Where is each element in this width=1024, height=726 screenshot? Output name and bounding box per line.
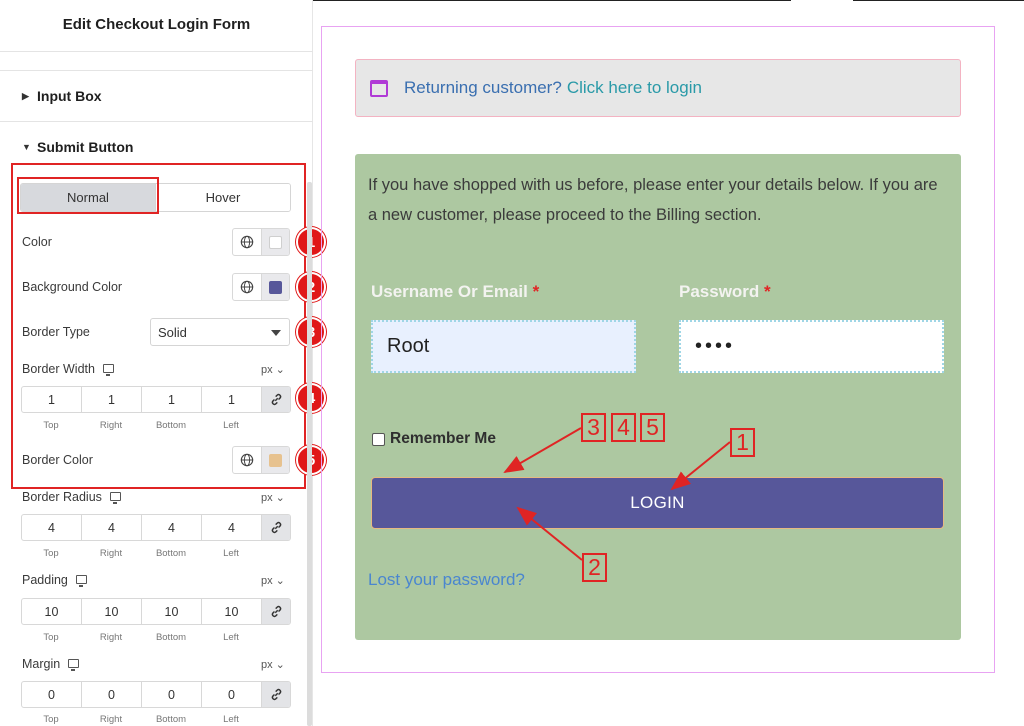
arrow-1 — [670, 441, 731, 491]
arrow-2 — [516, 506, 583, 561]
arrow-3-4-5 — [503, 427, 582, 474]
annotation-arrows — [503, 427, 731, 561]
